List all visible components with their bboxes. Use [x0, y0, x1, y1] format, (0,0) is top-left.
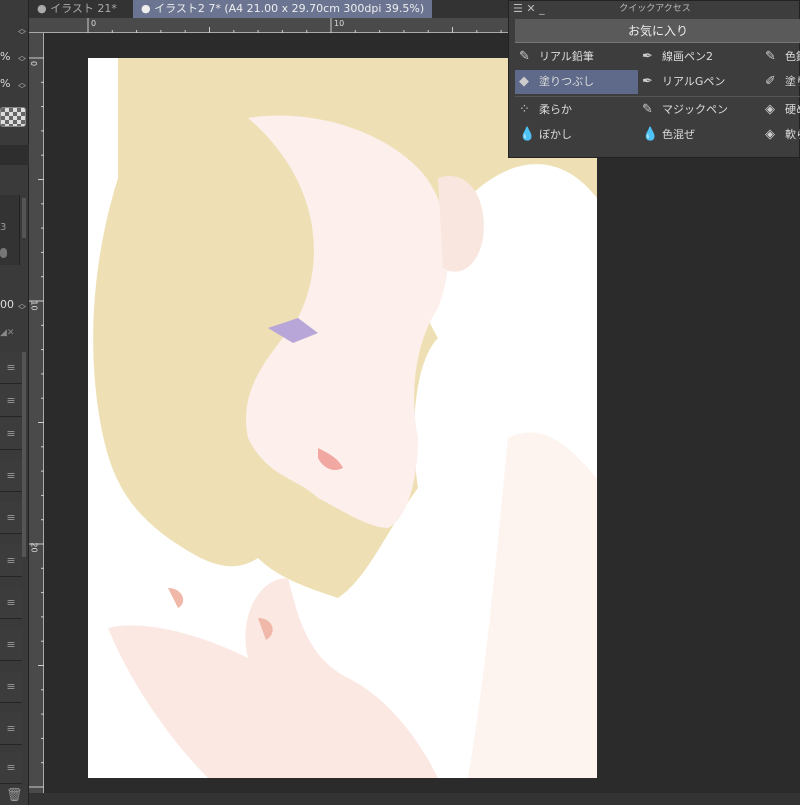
menu-icon: ≡ [6, 638, 16, 651]
pen-icon: ✒ [642, 49, 653, 64]
status-bar [29, 793, 800, 805]
brush-dot-icon [0, 248, 7, 258]
blend-icon: 💧 [519, 127, 536, 142]
divider [515, 96, 800, 97]
subtool-item[interactable]: ◈ 軟ら [761, 123, 800, 147]
panel-title: クイックアクセス [619, 4, 691, 14]
pencil-icon: ✎ [519, 49, 530, 64]
blend-icon: 💧 [642, 127, 659, 142]
menu-icon: ≡ [6, 596, 16, 609]
marker-icon: ✎ [642, 102, 653, 117]
subtool-item[interactable]: ◈ 硬め [761, 98, 800, 122]
subtool-label: 色鉛 [785, 50, 800, 63]
subtool-item[interactable]: ✐ 塗り [761, 70, 800, 94]
blend-mode-icon[interactable]: ◢✕ [0, 328, 20, 338]
subtool-label: 線画ペン2 [662, 50, 713, 63]
ruler-label: 0 [29, 60, 39, 67]
menu-icon: ≡ [6, 554, 16, 567]
menu-icon: ≡ [6, 761, 16, 774]
spin-icon[interactable]: ︿ ﹀ [18, 79, 26, 94]
subtool-item[interactable]: ◆ 塗りつぶし [515, 70, 638, 94]
ruler-label: 10 [334, 19, 345, 28]
menu-icon: ≡ [6, 427, 16, 440]
subtool-label: 塗り [785, 75, 800, 88]
favorites-set-button[interactable]: お気に入り [515, 19, 800, 43]
tab-illust-21[interactable]: ● イラスト 21* [29, 0, 125, 18]
layer-row[interactable]: ≡ [0, 587, 22, 619]
layer-row[interactable]: ≡ [0, 502, 22, 534]
spin-icon[interactable]: ︿ ﹀ [18, 25, 26, 40]
pen-icon: ✒ [642, 74, 653, 89]
subtool-label: 硬め [785, 103, 800, 116]
subtool-item[interactable]: ✒ 線画ペン2 [638, 45, 761, 69]
subtool-item[interactable]: ⁘ 柔らか [515, 98, 638, 122]
layer-row[interactable]: ≡ [0, 713, 22, 745]
brush-icon: ✐ [765, 74, 776, 89]
tab-illust-2-active[interactable]: ● イラスト2 7* (A4 21.00 x 29.70cm 300dpi 39… [133, 0, 433, 18]
subtool-label: マジックペン [662, 103, 728, 116]
pencil-icon: ✎ [765, 49, 776, 64]
subtool-item[interactable]: ✎ リアル鉛筆 [515, 45, 638, 69]
subtool-item[interactable]: ✒ リアルGペン [638, 70, 761, 94]
layer-row[interactable]: ≡ [0, 629, 22, 661]
quick-access-panel: ☰ ✕ _ クイックアクセス お気に入り ✎リアル鉛筆✒線画ペン2✎色鉛◆塗りつ… [508, 0, 800, 158]
scrollbar[interactable] [22, 198, 26, 238]
subtool-label: リアルGペン [662, 75, 726, 88]
menu-icon: ≡ [6, 722, 16, 735]
left-panel: ︿ ﹀ % ︿ ﹀ % ︿ ﹀ 3 00 ︿ ﹀ ◢✕ ≡ ≡ ≡ ≡ ≡ ≡ ≡ ≡ … [0, 0, 29, 805]
layer-row[interactable]: ≡ [0, 352, 22, 384]
ruler-label: 20 [29, 542, 39, 553]
airbrush-icon: ⁘ [519, 102, 530, 117]
menu-icon: ≡ [6, 469, 16, 482]
subtool-label: 軟ら [785, 128, 800, 141]
subtool-label: 塗りつぶし [539, 75, 595, 88]
subtool-item[interactable]: 💧 ぼかし [515, 123, 638, 147]
spin-icon[interactable]: ︿ ﹀ [18, 52, 26, 67]
subtool-item[interactable]: ✎ マジックペン [638, 98, 761, 122]
layer-row[interactable]: ≡ [0, 385, 22, 417]
eraser-icon: ◈ [765, 127, 775, 142]
menu-icon: ≡ [6, 394, 16, 407]
layer-row[interactable]: ≡ [0, 418, 22, 450]
illustration-canvas[interactable] [88, 58, 597, 778]
layer-scrollbar[interactable] [22, 352, 26, 557]
menu-icon: ≡ [6, 680, 16, 693]
subtool-label: ぼかし [539, 128, 572, 141]
subtool-label: リアル鉛筆 [539, 50, 594, 63]
layer-row[interactable]: ≡ [0, 752, 22, 784]
menu-icon: ≡ [6, 511, 16, 524]
subtool-item[interactable]: 💧 色混ぜ [638, 123, 761, 147]
subtool-item[interactable]: ✎ 色鉛 [761, 45, 800, 69]
eraser-icon: ◈ [765, 102, 775, 117]
menu-icon: ≡ [6, 361, 16, 374]
layer-row[interactable]: ≡ [0, 545, 22, 577]
illustration-artwork [93, 58, 597, 778]
fill-icon: ◆ [519, 74, 529, 89]
subtool-label: 柔らか [539, 103, 572, 116]
transparency-swatch[interactable] [0, 107, 26, 127]
divider [0, 145, 29, 165]
layer-row[interactable]: ≡ [0, 460, 22, 492]
ruler-vertical: 0 10 20 [29, 33, 44, 793]
spin-icon[interactable]: ︿ ﹀ [18, 300, 26, 315]
ruler-label: 10 [29, 300, 39, 311]
subtool-label: 色混ぜ [662, 128, 695, 141]
layer-row[interactable]: ≡ [0, 671, 22, 703]
ruler-label: 0 [91, 19, 97, 28]
trash-icon[interactable]: 🗑 [6, 788, 23, 803]
